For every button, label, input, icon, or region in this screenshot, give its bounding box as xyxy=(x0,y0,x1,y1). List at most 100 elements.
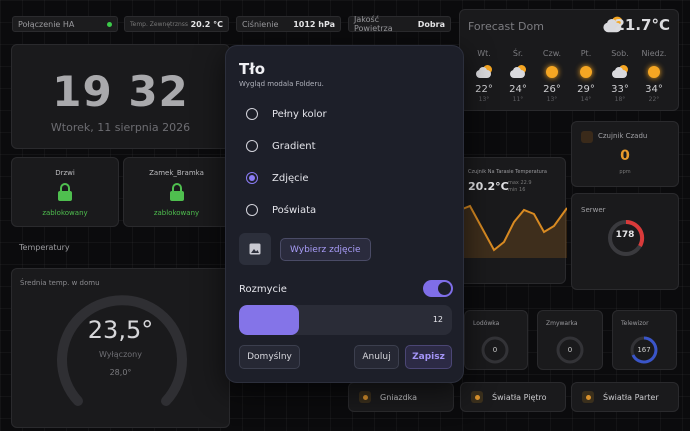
option-label: Zdjęcie xyxy=(272,172,309,184)
blur-label: Rozmycie xyxy=(239,284,287,295)
outlets-label: Gniazdka xyxy=(380,392,418,402)
dust-sensor-value: 0 xyxy=(620,148,630,164)
appliance-value: 0 xyxy=(567,346,573,354)
clock-time: 19 32 xyxy=(12,67,229,116)
appliance-name: Telewizor xyxy=(621,320,649,327)
dust-sensor-card[interactable]: Czujnik Czadu 0 ppm xyxy=(571,121,679,187)
terrace-temp-chart-card[interactable]: Czujnik Na Tarasie Temperatura 20.2°C ma… xyxy=(459,157,567,284)
radio-icon xyxy=(246,140,258,152)
terrace-chart-min: min 16 xyxy=(508,187,526,193)
option-solid-color[interactable]: Pełny kolor xyxy=(246,108,327,120)
forecast-current-temp: 21.7°C xyxy=(614,16,670,34)
radio-selected-icon xyxy=(246,172,258,184)
appliance-tile-tv[interactable]: Telewizor 167 xyxy=(612,310,677,370)
forecast-title: Forecast Dom xyxy=(468,20,544,33)
option-photo[interactable]: Zdjęcie xyxy=(246,172,309,184)
server-card[interactable]: Serwer 178 xyxy=(571,193,679,290)
dust-sensor-title: Czujnik Czadu xyxy=(598,132,648,140)
sensor-icon xyxy=(581,131,593,143)
radio-icon xyxy=(246,204,258,216)
lock-status: zablokowany xyxy=(42,209,88,217)
server-value: 178 xyxy=(615,230,635,240)
forecast-day-name: Pt. xyxy=(580,49,592,58)
forecast-day: Pt. 29° 14° xyxy=(569,49,603,103)
lock-name: Drzwi xyxy=(55,169,75,177)
forecast-day-low: 22° xyxy=(648,96,660,103)
connection-status-icon xyxy=(107,21,112,27)
bulb-icon xyxy=(471,391,483,403)
forecast-day-high: 26° xyxy=(543,84,561,95)
forecast-day: Czw. 26° 13° xyxy=(535,49,569,103)
forecast-day-name: Wt. xyxy=(477,49,491,58)
thermostat-target: 28,0° xyxy=(109,368,132,377)
appliance-value: 167 xyxy=(637,346,651,354)
cancel-button[interactable]: Anuluj xyxy=(354,345,399,369)
partly-cloudy-icon xyxy=(603,62,637,82)
partly-cloudy-icon xyxy=(501,62,535,82)
outdoor-temp-pill: Temp. Zewnętrznss 20.2 °C xyxy=(124,16,229,32)
temperature-section-label: Temperatury xyxy=(19,243,70,252)
forecast-card[interactable]: Forecast Dom 21.7°C Wt. 22° 13° Śr. 24° … xyxy=(459,9,679,111)
bulb-icon xyxy=(359,391,371,403)
option-glow[interactable]: Poświata xyxy=(246,204,316,216)
pressure-value: 1012 hPa xyxy=(293,19,335,29)
appliance-tile-dishwasher[interactable]: Zmywarka 0 xyxy=(537,310,603,370)
clock-card: 19 32 Wtorek, 11 sierpnia 2026 xyxy=(11,44,230,149)
lock-icon xyxy=(57,182,73,206)
forecast-day: Wt. 22° 13° xyxy=(467,49,501,103)
forecast-day-high: 22° xyxy=(475,84,493,95)
save-button[interactable]: Zapisz xyxy=(405,345,452,369)
floor-lights-button[interactable]: Światła Piętro xyxy=(460,382,566,412)
lock-card-door[interactable]: Drzwi zablokowany xyxy=(11,157,119,227)
choose-photo-button[interactable]: Wybierz zdjęcie xyxy=(280,238,371,261)
forecast-day-name: Niedz. xyxy=(641,49,667,58)
clock-minutes: 32 xyxy=(128,67,189,116)
outdoor-temp-label: Temp. Zewnętrznss xyxy=(130,20,189,28)
forecast-day: Sob. 33° 18° xyxy=(603,49,637,103)
clock-date: Wtorek, 11 sierpnia 2026 xyxy=(50,121,191,134)
blur-slider[interactable]: 12 xyxy=(239,305,452,335)
avg-temp-card[interactable]: Średnia temp. w domu 23,5° Wyłączony 28,… xyxy=(11,268,230,428)
forecast-day-low: 18° xyxy=(614,96,626,103)
forecast-day-low: 14° xyxy=(580,96,592,103)
pressure-pill: Ciśnienie 1012 hPa xyxy=(236,16,341,32)
blur-slider-value: 12 xyxy=(432,315,443,324)
appliance-tile-fridge[interactable]: Lodówka 0 xyxy=(464,310,528,370)
sun-icon xyxy=(535,62,569,82)
outlets-button[interactable]: Gniazdka xyxy=(348,382,454,412)
modal-title: Tło xyxy=(239,60,266,78)
option-label: Pełny kolor xyxy=(272,108,327,120)
lock-icon xyxy=(169,182,185,206)
modal-subtitle: Wygląd modala Folderu. xyxy=(239,80,324,88)
image-preview-button[interactable] xyxy=(239,233,271,265)
terrace-chart-value: 20.2°C xyxy=(468,180,509,193)
air-quality-value: Dobra xyxy=(417,19,445,29)
lock-card-gate[interactable]: Zamek_Bramka zablokowany xyxy=(123,157,230,227)
blur-toggle[interactable] xyxy=(423,280,453,297)
ground-lights-button[interactable]: Światła Parter xyxy=(571,382,679,412)
default-button[interactable]: Domyślny xyxy=(239,345,300,369)
option-label: Poświata xyxy=(272,204,317,216)
image-icon xyxy=(249,243,261,255)
dust-sensor-unit: ppm xyxy=(619,169,631,175)
option-gradient[interactable]: Gradient xyxy=(246,140,316,152)
lock-name: Zamek_Bramka xyxy=(149,169,204,177)
air-quality-label: Jakość Powietrza xyxy=(354,15,393,33)
terrace-chart-title: Czujnik Na Tarasie Temperatura xyxy=(468,169,547,175)
terrace-temp-sparkline xyxy=(460,204,567,258)
forecast-day: Śr. 24° 11° xyxy=(501,49,535,103)
forecast-day-low: 13° xyxy=(478,96,490,103)
appliance-value: 0 xyxy=(492,346,498,354)
thermostat-mode: Wyłączony xyxy=(99,350,142,359)
sun-icon xyxy=(637,62,671,82)
outdoor-temp-value: 20.2 °C xyxy=(190,19,223,29)
ha-connection-pill: Połączenie HA xyxy=(12,16,118,32)
forecast-day-name: Śr. xyxy=(512,49,524,58)
bulb-icon xyxy=(582,391,594,403)
forecast-day-high: 29° xyxy=(577,84,595,95)
forecast-day-high: 34° xyxy=(645,84,663,95)
forecast-day-low: 11° xyxy=(512,96,524,103)
forecast-day: Niedz. 34° 22° xyxy=(637,49,671,103)
forecast-day-high: 24° xyxy=(509,84,527,95)
option-label: Gradient xyxy=(272,140,316,152)
